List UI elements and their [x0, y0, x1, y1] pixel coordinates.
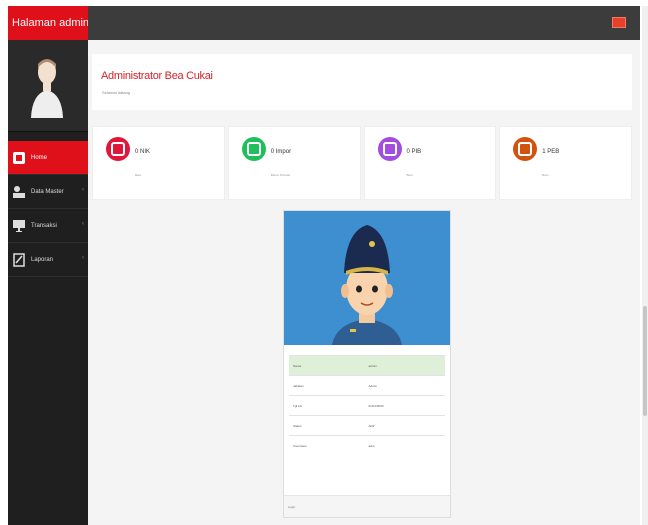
- document-icon: [377, 137, 402, 161]
- page-header: Administrator Bea Cukai Selamat datang: [92, 54, 632, 110]
- file-icon: [513, 137, 538, 161]
- sidebar-item-label: Home: [31, 154, 48, 161]
- profile-card: Nama admin Jabatan Admin Tgl Lhr 01/01/2000…: [283, 210, 451, 518]
- table-row: Jabatan Admin: [289, 375, 445, 396]
- row-label: Tgl Lhr: [289, 395, 365, 416]
- sidebar-item-label: Laporan: [31, 256, 54, 263]
- row-value: Admin: [364, 375, 445, 396]
- monitor-icon: [11, 218, 27, 234]
- sidebar-item-data-master[interactable]: Data Master ‹: [8, 175, 88, 209]
- report-icon: [11, 252, 27, 268]
- users-icon: [11, 184, 27, 200]
- row-label: Username: [289, 435, 365, 456]
- sidebar: Halaman admin Home Data Master ‹ Transak…: [8, 6, 88, 525]
- stat-box-impor[interactable]: 0 Impor Belum Dicetak: [227, 126, 361, 200]
- scrollbar-thumb[interactable]: [643, 306, 647, 416]
- sidebar-item-label: Transaksi: [31, 222, 57, 229]
- table-row: Status Aktif: [289, 415, 445, 436]
- chevron-left-icon: ‹: [82, 255, 84, 261]
- envelope-icon: [106, 137, 130, 161]
- list-icon: [241, 137, 266, 161]
- stat-value: 0 PIB: [406, 149, 422, 155]
- table-row: Username adm: [289, 435, 445, 456]
- sidebar-item-transaksi[interactable]: Transaksi ‹: [8, 209, 88, 243]
- top-navbar: [88, 6, 640, 40]
- row-value: Aktif: [364, 415, 445, 436]
- brand-logo[interactable]: Halaman admin: [8, 6, 88, 40]
- page-title: Administrator Bea Cukai: [101, 70, 213, 82]
- row-label: Status: [289, 415, 365, 436]
- profile-photo: [284, 211, 450, 345]
- sidebar-item-home[interactable]: Home: [8, 141, 88, 175]
- stat-box-peb[interactable]: 1 PEB Baru: [499, 126, 632, 200]
- stats-row: 0 NIK Baru 0 Impor Belum Dicetak 0 PIB B…: [92, 126, 632, 200]
- stat-value: 1 PEB: [542, 149, 560, 155]
- stat-subtext: Baru: [406, 173, 413, 177]
- user-panel: [8, 40, 88, 132]
- row-label: Nama: [289, 355, 365, 376]
- logout-button[interactable]: [612, 17, 626, 28]
- stat-box-nik[interactable]: 0 NIK Baru: [92, 126, 225, 200]
- dashboard-icon: [11, 150, 27, 166]
- sidebar-item-label: Data Master: [31, 188, 64, 195]
- stat-subtext: Belum Dicetak: [270, 173, 291, 177]
- stat-value: 0 NIK: [135, 149, 151, 155]
- stat-subtext: Baru: [135, 173, 142, 177]
- chevron-left-icon: ‹: [82, 187, 84, 193]
- sidebar-menu: Home Data Master ‹ Transaksi ‹ Laporan ‹: [8, 141, 88, 277]
- page-subtitle: Selamat datang: [102, 90, 131, 95]
- customs-officer-icon: [332, 225, 402, 345]
- row-label: Jabatan: [289, 375, 365, 396]
- row-value: 01/01/2000: [364, 395, 445, 416]
- profile-table: Nama admin Jabatan Admin Tgl Lhr 01/01/2000…: [289, 355, 445, 456]
- row-value: adm: [364, 435, 445, 456]
- stat-box-pib[interactable]: 0 PIB Baru: [363, 126, 497, 200]
- main-content: Administrator Bea Cukai Selamat datang 0…: [88, 40, 640, 525]
- table-row: Tgl Lhr 01/01/2000: [289, 395, 445, 416]
- chevron-left-icon: ‹: [82, 221, 84, 227]
- card-footer[interactable]: Login: [284, 495, 450, 517]
- table-row: Nama admin: [289, 355, 445, 376]
- scrollbar[interactable]: [642, 6, 648, 525]
- row-value: admin: [364, 355, 445, 376]
- user-avatar-icon: [31, 59, 63, 118]
- sidebar-item-laporan[interactable]: Laporan ‹: [8, 243, 88, 277]
- stat-value: 0 Impor: [270, 149, 292, 155]
- stat-subtext: Baru: [542, 173, 549, 177]
